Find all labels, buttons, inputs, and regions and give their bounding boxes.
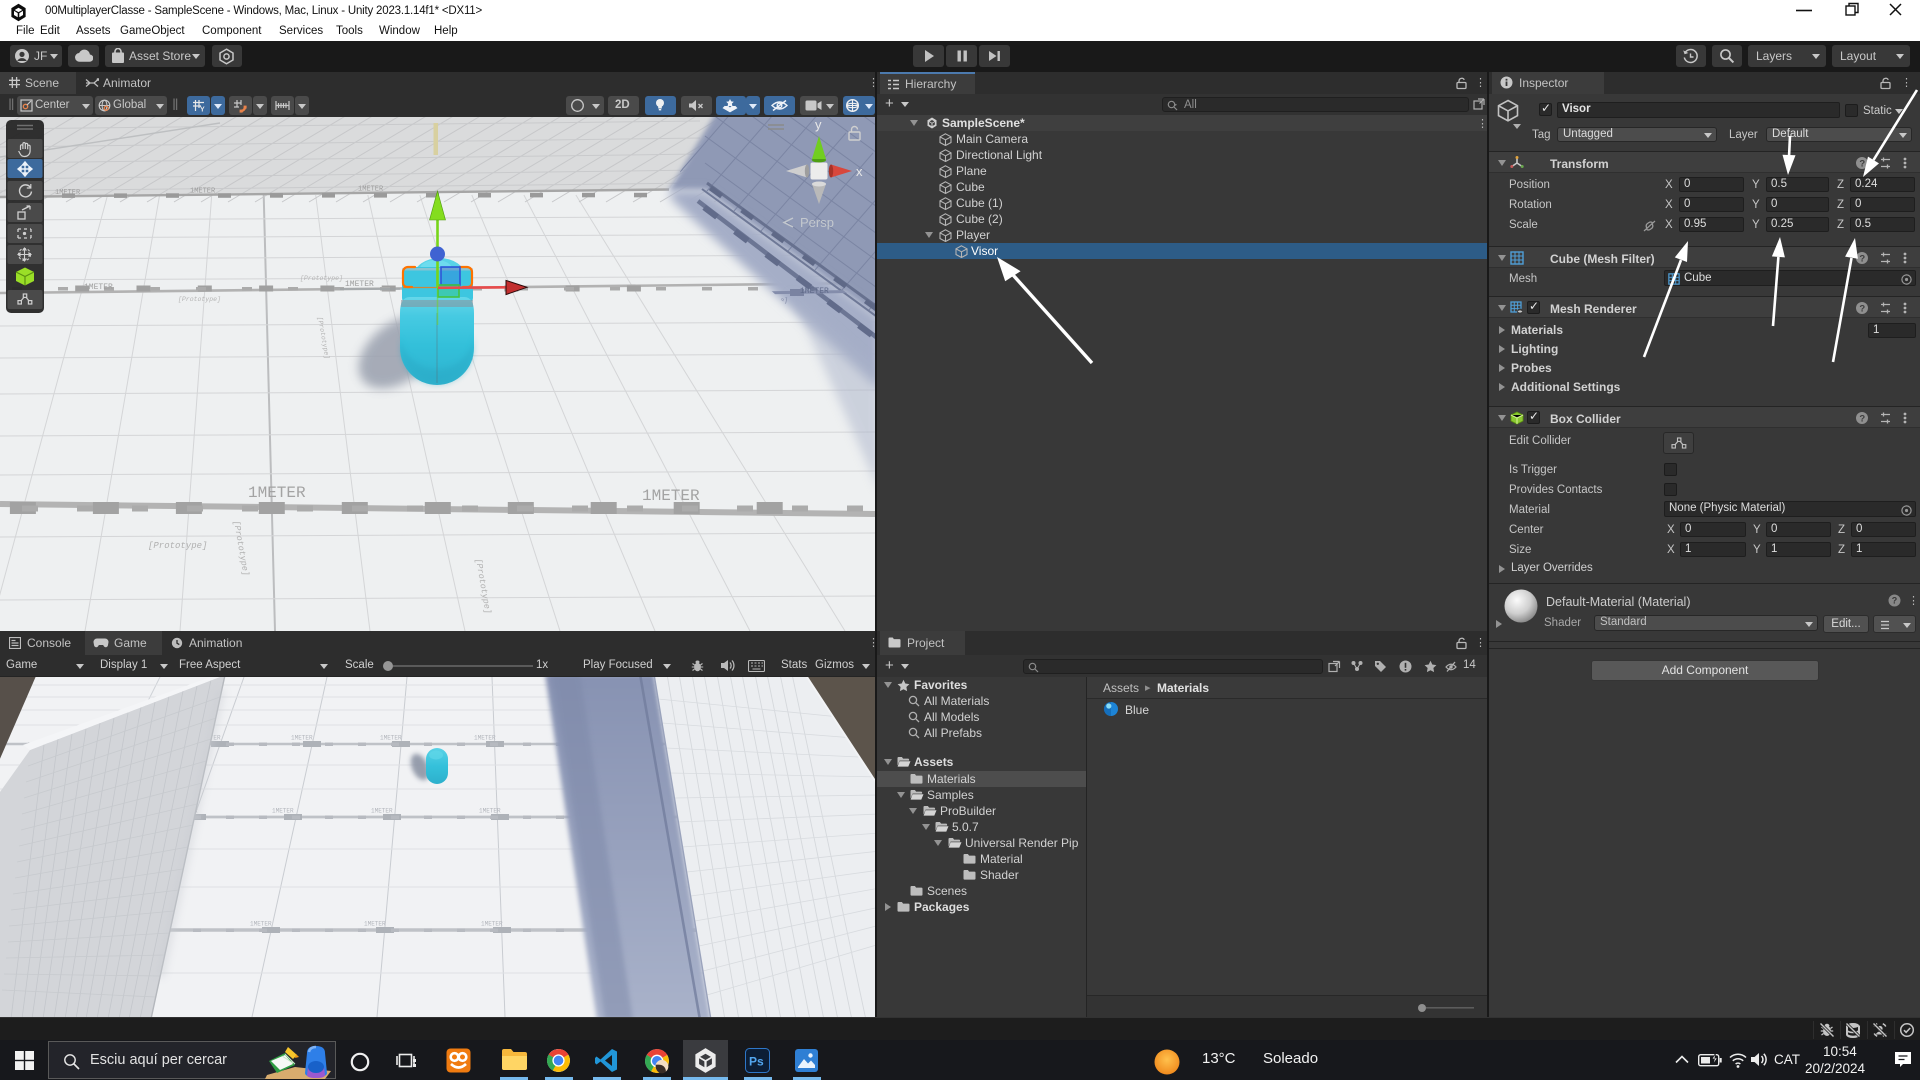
svg-text:[Prototype]: [Prototype]: [148, 541, 207, 551]
svg-text:1METER: 1METER: [250, 921, 272, 928]
svg-text:1METER: 1METER: [84, 283, 113, 292]
svg-text:1METER: 1METER: [371, 808, 393, 815]
svg-text:1METER: 1METER: [380, 735, 402, 742]
svg-text:1METER: 1METER: [481, 921, 503, 928]
svg-text:1METER: 1METER: [345, 280, 374, 289]
svg-text:?: ?: [1892, 596, 1898, 606]
svg-text:1METER: 1METER: [474, 735, 496, 742]
svg-text:1METER: 1METER: [642, 487, 700, 505]
svg-text:?: ?: [1859, 158, 1865, 169]
svg-text:[Prototype]: [Prototype]: [178, 296, 221, 303]
svg-text:1METER: 1METER: [55, 189, 81, 197]
svg-text:y: y: [815, 117, 822, 132]
svg-text:1METER: 1METER: [291, 735, 313, 742]
svg-text:1METER: 1METER: [364, 921, 386, 928]
svg-text:?: ?: [1859, 303, 1865, 314]
svg-text:1METER: 1METER: [272, 808, 294, 815]
svg-text:1METER: 1METER: [190, 188, 216, 196]
svg-text:[Prototype]: [Prototype]: [300, 275, 343, 282]
svg-text:?: ?: [1859, 253, 1865, 264]
svg-text:Y: Y: [200, 107, 205, 113]
svg-text:Ps: Ps: [749, 1055, 764, 1069]
svg-text:1METER: 1METER: [358, 186, 384, 194]
svg-text:?: ?: [1859, 413, 1865, 424]
svg-text:x: x: [856, 164, 863, 179]
svg-text:Persp: Persp: [800, 215, 834, 230]
svg-text:1METER: 1METER: [479, 808, 501, 815]
svg-text:1METER: 1METER: [800, 287, 829, 296]
svg-text:1METER: 1METER: [248, 484, 306, 502]
